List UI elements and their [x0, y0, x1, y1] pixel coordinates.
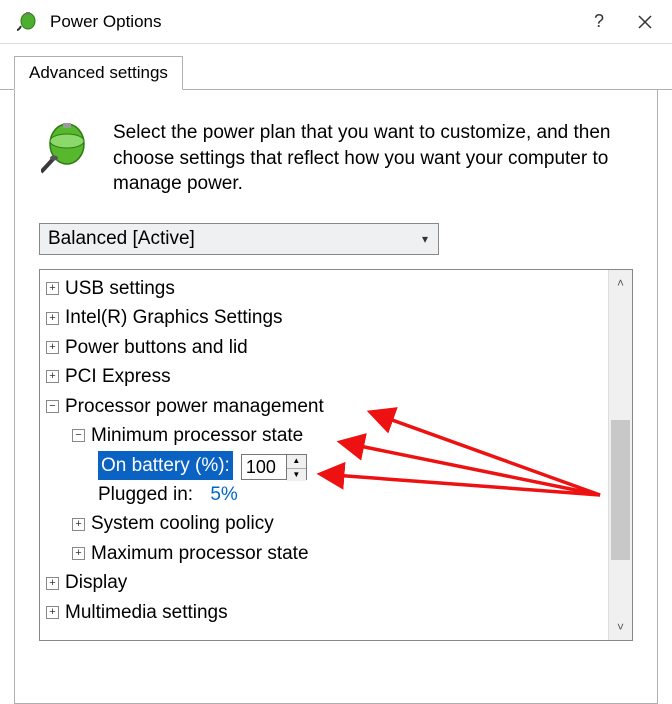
- collapse-icon[interactable]: [72, 429, 85, 442]
- tree-item-min-processor-state[interactable]: Minimum processor state: [46, 421, 602, 450]
- power-plan-dropdown[interactable]: Balanced [Active] ▾: [39, 223, 439, 255]
- expand-icon[interactable]: [72, 547, 85, 560]
- tree-item-intel-graphics[interactable]: Intel(R) Graphics Settings: [46, 303, 602, 332]
- tab-strip: Advanced settings: [0, 44, 672, 90]
- tree-label: Processor power management: [65, 392, 324, 421]
- settings-tree-container: USB settings Intel(R) Graphics Settings …: [39, 269, 633, 641]
- expand-icon[interactable]: [72, 518, 85, 531]
- intro-text: Select the power plan that you want to c…: [113, 120, 633, 197]
- window-title: Power Options: [50, 12, 576, 32]
- close-button[interactable]: [622, 0, 668, 44]
- settings-tree[interactable]: USB settings Intel(R) Graphics Settings …: [40, 270, 608, 640]
- expand-icon[interactable]: [46, 606, 59, 619]
- expand-icon[interactable]: [46, 341, 59, 354]
- collapse-icon[interactable]: [46, 400, 59, 413]
- setting-plugged-in[interactable]: Plugged in: 5%: [46, 480, 602, 509]
- help-button[interactable]: ?: [576, 0, 622, 44]
- tree-item-multimedia[interactable]: Multimedia settings: [46, 598, 602, 627]
- tab-panel: Select the power plan that you want to c…: [14, 90, 658, 704]
- scroll-thumb[interactable]: [611, 420, 630, 560]
- power-plan-selected: Balanced [Active]: [48, 228, 195, 250]
- tab-advanced-settings[interactable]: Advanced settings: [14, 56, 183, 90]
- power-icon: [39, 120, 95, 197]
- scroll-down-arrow[interactable]: ˅: [617, 614, 624, 640]
- scroll-up-arrow[interactable]: ˄: [617, 270, 624, 296]
- tree-label: USB settings: [65, 274, 175, 303]
- expand-icon[interactable]: [46, 312, 59, 325]
- spinner-down[interactable]: ▼: [287, 469, 306, 481]
- tree-label: System cooling policy: [91, 509, 274, 538]
- tree-item-display[interactable]: Display: [46, 568, 602, 597]
- tree-item-usb[interactable]: USB settings: [46, 274, 602, 303]
- intro-row: Select the power plan that you want to c…: [39, 120, 633, 197]
- expand-icon[interactable]: [46, 577, 59, 590]
- tree-label: Maximum processor state: [91, 539, 309, 568]
- title-bar: Power Options ?: [0, 0, 672, 44]
- tree-label: Power buttons and lid: [65, 333, 248, 362]
- tree-item-power-buttons[interactable]: Power buttons and lid: [46, 333, 602, 362]
- on-battery-input[interactable]: [242, 455, 286, 479]
- chevron-down-icon: ▾: [422, 232, 428, 246]
- spinner-up[interactable]: ▲: [287, 455, 306, 468]
- plugged-in-label: Plugged in:: [98, 480, 193, 509]
- tree-label: Minimum processor state: [91, 421, 303, 450]
- vertical-scrollbar[interactable]: ˄ ˅: [608, 270, 632, 640]
- expand-icon[interactable]: [46, 282, 59, 295]
- expand-icon[interactable]: [46, 370, 59, 383]
- app-icon: [16, 10, 40, 34]
- tree-item-pci-express[interactable]: PCI Express: [46, 362, 602, 391]
- on-battery-spinner[interactable]: ▲ ▼: [241, 454, 307, 480]
- tree-label: Display: [65, 568, 127, 597]
- tree-label: PCI Express: [65, 362, 171, 391]
- setting-on-battery[interactable]: On battery (%): ▲ ▼: [46, 451, 602, 480]
- tree-item-cooling-policy[interactable]: System cooling policy: [46, 509, 602, 538]
- tree-label: Multimedia settings: [65, 598, 228, 627]
- tree-item-max-processor-state[interactable]: Maximum processor state: [46, 539, 602, 568]
- tree-item-processor-power[interactable]: Processor power management: [46, 392, 602, 421]
- on-battery-label: On battery (%):: [98, 451, 233, 480]
- tree-label: Intel(R) Graphics Settings: [65, 303, 283, 332]
- plugged-in-value[interactable]: 5%: [210, 480, 237, 509]
